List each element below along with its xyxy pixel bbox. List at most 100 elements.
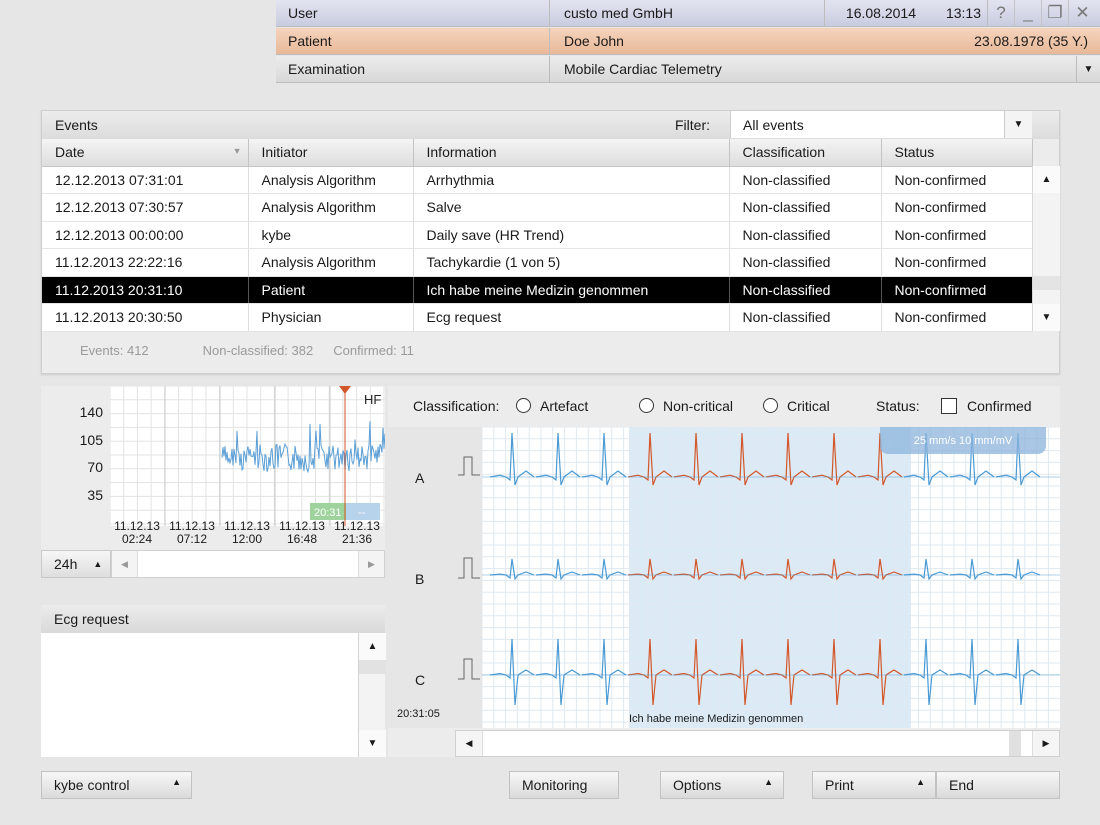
y-tick-label: 70 xyxy=(87,459,103,475)
sort-icon: ▼ xyxy=(232,146,242,156)
trend-scrollbar[interactable]: ◀ ▶ xyxy=(111,550,385,578)
scroll-right-icon[interactable]: ▶ xyxy=(358,551,384,577)
marker-time: 20:31 xyxy=(314,507,342,519)
cursor-handle-icon[interactable] xyxy=(339,386,351,394)
examination-bar[interactable]: Examination Mobile Cardiac Telemetry ▼ xyxy=(276,56,1100,83)
close-button[interactable]: ✕ xyxy=(1069,0,1096,26)
cell-date: 12.12.2013 07:30:57 xyxy=(42,193,249,222)
column-header-initiator[interactable]: Initiator xyxy=(248,139,414,167)
minimize-button[interactable]: _ xyxy=(1015,0,1042,26)
column-header-information[interactable]: Information xyxy=(413,139,730,167)
filter-select[interactable]: All events ▼ xyxy=(730,111,1032,138)
ecg-scrollbar[interactable]: ◀ ▶ xyxy=(455,730,1060,757)
ecg-beat-lead-c xyxy=(535,638,581,706)
ecg-request-title: Ecg request xyxy=(41,605,385,633)
scroll-down-icon[interactable]: ▼ xyxy=(359,730,386,757)
calibration-pulse-c xyxy=(458,658,480,680)
cell-classification: Non-classified xyxy=(729,166,882,194)
chevron-up-icon: ▲ xyxy=(172,777,181,787)
cell-initiator: Analysis Algorithm xyxy=(248,166,414,194)
status-label: Status: xyxy=(876,398,920,414)
table-row[interactable]: 11.12.2013 22:22:16 Analysis Algorithm T… xyxy=(42,248,1033,277)
patient-label: Patient xyxy=(276,28,550,54)
scroll-thumb[interactable] xyxy=(1033,276,1060,290)
column-header-date[interactable]: Date ▼ xyxy=(42,139,249,167)
cell-information: Tachykardie (1 von 5) xyxy=(413,248,730,277)
chevron-up-icon: ▲ xyxy=(764,777,773,787)
calibration-pulses xyxy=(458,456,480,680)
radio-critical[interactable]: Critical xyxy=(763,398,830,414)
y-tick-label: 105 xyxy=(79,432,103,448)
cell-classification: Non-classified xyxy=(729,248,882,277)
help-button[interactable]: ? xyxy=(988,0,1015,26)
monitoring-button[interactable]: Monitoring xyxy=(509,771,619,799)
events-count: Events: 412 xyxy=(80,343,149,358)
radio-non-critical[interactable]: Non-critical xyxy=(639,398,733,414)
user-label: User xyxy=(276,0,550,26)
table-row[interactable]: 12.12.2013 00:00:00 kybe Daily save (HR … xyxy=(42,221,1033,249)
radio-circle-icon xyxy=(763,398,778,413)
ecg-start-time: 20:31:05 xyxy=(397,708,440,720)
end-button[interactable]: End xyxy=(936,771,1060,799)
hr-trend-panel: 140 105 70 35 20:31 -- HF 11.12.13 02:24 … xyxy=(41,385,386,578)
cell-classification: Non-classified xyxy=(729,221,882,249)
cell-status: Non-confirmed xyxy=(881,276,1033,304)
range-button[interactable]: 24h ▲ xyxy=(41,550,111,578)
x-tick-label: 11.12.13 12:00 xyxy=(224,519,270,546)
print-button[interactable]: Print ▲ xyxy=(812,771,936,799)
chevron-down-icon[interactable]: ▼ xyxy=(1004,111,1032,138)
kybe-control-button[interactable]: kybe control ▲ xyxy=(41,771,192,799)
request-scrollbar[interactable]: ▲ ▼ xyxy=(358,633,386,757)
radio-artefact[interactable]: Artefact xyxy=(516,398,588,414)
cell-classification: Non-classified xyxy=(729,303,882,332)
cell-status: Non-confirmed xyxy=(881,221,1033,249)
scroll-left-icon[interactable]: ◀ xyxy=(456,731,483,756)
x-tick-label: 11.12.13 21:36 xyxy=(334,519,380,546)
column-header-classification[interactable]: Classification xyxy=(729,139,882,167)
range-label: 24h xyxy=(54,556,78,572)
table-row[interactable]: 11.12.2013 20:30:50 Physician Ecg reques… xyxy=(42,303,1033,332)
x-tick-label: 11.12.13 07:12 xyxy=(169,519,215,546)
scroll-thumb[interactable] xyxy=(1009,731,1021,756)
scroll-thumb[interactable] xyxy=(359,660,386,674)
ecg-strip[interactable]: 25 mm/s 10 mm/mV Ich habe meine Medizin … xyxy=(481,426,1060,728)
user-bar: User custo med GmbH 16.08.2014 13:13 ? _… xyxy=(276,0,1100,27)
cell-information: Salve xyxy=(413,193,730,222)
cell-date: 11.12.2013 20:31:10 xyxy=(42,276,249,304)
scroll-up-icon[interactable]: ▲ xyxy=(1033,166,1060,193)
cell-date: 12.12.2013 07:31:01 xyxy=(42,166,249,194)
column-header-status[interactable]: Status xyxy=(881,139,1033,167)
chevron-down-icon[interactable]: ▼ xyxy=(1076,56,1100,82)
speed-badge[interactable]: 25 mm/s 10 mm/mV xyxy=(880,427,1046,454)
restore-button[interactable]: ❐ xyxy=(1042,0,1069,26)
options-button[interactable]: Options ▲ xyxy=(660,771,784,799)
ecg-beat-lead-c xyxy=(949,638,995,706)
cell-status: Non-confirmed xyxy=(881,166,1033,194)
confirmed-checkbox[interactable]: Confirmed xyxy=(941,398,1032,414)
table-row[interactable]: 12.12.2013 07:31:01 Analysis Algorithm A… xyxy=(42,166,1033,194)
scroll-down-icon[interactable]: ▼ xyxy=(1033,304,1060,331)
cell-status: Non-confirmed xyxy=(881,193,1033,222)
table-row[interactable]: 12.12.2013 07:30:57 Analysis Algorithm S… xyxy=(42,193,1033,222)
scroll-left-icon[interactable]: ◀ xyxy=(112,551,138,577)
classification-label: Classification: xyxy=(413,398,500,414)
radio-circle-icon xyxy=(516,398,531,413)
events-stats: Events: 412 Non-classified: 382 Confirme… xyxy=(42,343,1059,358)
table-row-selected[interactable]: 11.12.2013 20:31:10 Patient Ich habe mei… xyxy=(42,276,1033,304)
hr-series-line xyxy=(221,421,386,474)
hr-trend-chart[interactable]: 20:31 -- HF xyxy=(109,385,386,526)
y-tick-label: 35 xyxy=(87,487,103,503)
ecg-beat-lead-c xyxy=(995,638,1041,706)
scroll-right-icon[interactable]: ▶ xyxy=(1032,731,1059,756)
lead-labels: A B C 20:31:05 xyxy=(388,427,482,728)
trend-toolbar: 24h ▲ ◀ ▶ xyxy=(41,550,385,578)
filter-label: Filter: xyxy=(675,117,710,133)
scroll-up-icon[interactable]: ▲ xyxy=(359,633,386,660)
events-scrollbar[interactable]: ▲ ▼ xyxy=(1032,166,1060,331)
cell-date: 11.12.2013 22:22:16 xyxy=(42,248,249,277)
marker-value: -- xyxy=(358,507,366,519)
cell-status: Non-confirmed xyxy=(881,248,1033,277)
patient-dob: 23.08.1978 (35 Y.) xyxy=(974,33,1088,49)
examination-value[interactable]: Mobile Cardiac Telemetry xyxy=(550,56,1076,82)
x-tick-label: 11.12.13 16:48 xyxy=(279,519,325,546)
